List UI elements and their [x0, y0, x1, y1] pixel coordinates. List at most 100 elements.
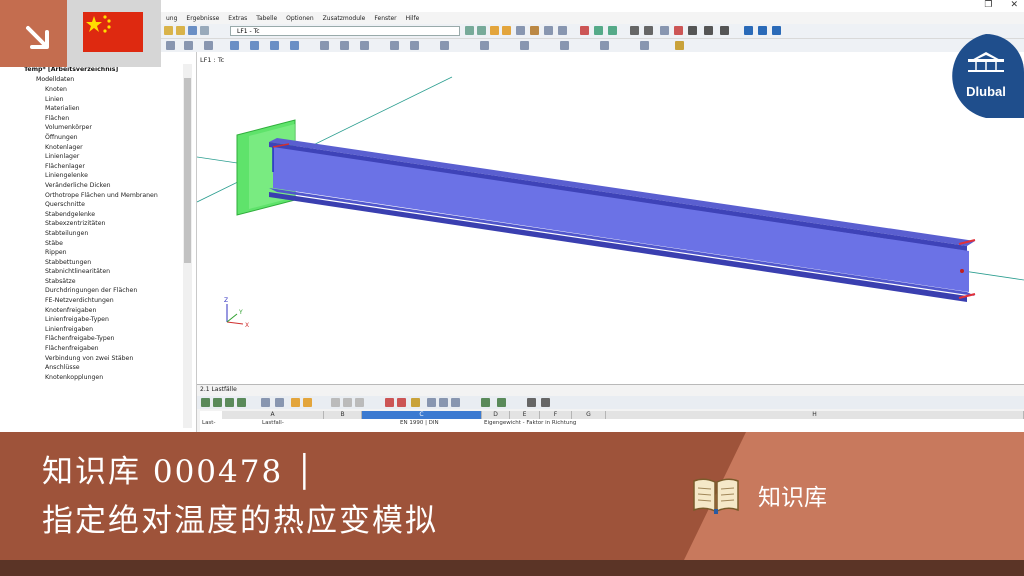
nav-item[interactable]: Materialien	[45, 104, 158, 114]
menu-item-extras[interactable]: Extras	[228, 15, 247, 22]
toolbar-button[interactable]	[530, 26, 539, 35]
toolbar-button[interactable]	[720, 26, 729, 35]
nav-item[interactable]: Linienfreigaben	[45, 325, 158, 335]
table-tool-button[interactable]	[527, 398, 536, 407]
nav-item[interactable]: Linienfreigabe-Typen	[45, 315, 158, 325]
toolbar-button[interactable]	[675, 41, 684, 50]
toolbar-button[interactable]	[230, 41, 239, 50]
toolbar-button[interactable]	[594, 26, 603, 35]
toolbar-button[interactable]	[204, 41, 213, 50]
toolbar-button[interactable]	[480, 41, 489, 50]
nav-item[interactable]: Anschlüsse	[45, 363, 158, 373]
menu-item-edit[interactable]: ung	[166, 15, 177, 22]
table-tool-button[interactable]	[385, 398, 394, 407]
table-tool-button[interactable]	[291, 398, 300, 407]
nav-item[interactable]: Veränderliche Dicken	[45, 181, 158, 191]
menu-item-help[interactable]: Hilfe	[406, 15, 420, 22]
table-tool-button[interactable]	[481, 398, 490, 407]
column-header[interactable]: B	[324, 411, 362, 419]
toolbar-button[interactable]	[560, 41, 569, 50]
toolbar-button[interactable]	[520, 41, 529, 50]
navigator-scroll-thumb[interactable]	[184, 78, 191, 263]
column-header-selected[interactable]: C	[362, 411, 482, 419]
nav-item[interactable]: Flächenfreigabe-Typen	[45, 334, 158, 344]
nav-item[interactable]: Liniengelenke	[45, 171, 158, 181]
nav-item[interactable]: Verbindung von zwei Stäben	[45, 354, 158, 364]
toolbar-button[interactable]	[600, 41, 609, 50]
nav-item[interactable]: Flächenlager	[45, 162, 158, 172]
table-tool-button[interactable]	[261, 398, 270, 407]
toolbar-button[interactable]	[290, 41, 299, 50]
nav-item[interactable]: Knoten	[45, 85, 158, 95]
toolbar-button[interactable]	[166, 41, 175, 50]
table-tool-button[interactable]	[355, 398, 364, 407]
nav-item[interactable]: Stabteilungen	[45, 229, 158, 239]
nav-item[interactable]: Stäbe	[45, 239, 158, 249]
column-header[interactable]: D	[482, 411, 510, 419]
table-tool-button[interactable]	[497, 398, 506, 407]
toolbar-button[interactable]	[688, 26, 697, 35]
table-tool-button[interactable]	[213, 398, 222, 407]
menu-item-window[interactable]: Fenster	[374, 15, 396, 22]
column-header[interactable]: E	[510, 411, 540, 419]
table-tool-button[interactable]	[201, 398, 210, 407]
china-flag-icon[interactable]	[83, 12, 143, 52]
nav-item[interactable]: Stabsätze	[45, 277, 158, 287]
nav-item[interactable]: Knotenfreigaben	[45, 306, 158, 316]
table-tool-button[interactable]	[331, 398, 340, 407]
table-tool-button[interactable]	[427, 398, 436, 407]
nav-item[interactable]: Knotenlager	[45, 143, 158, 153]
toolbar-button[interactable]	[270, 41, 279, 50]
toolbar-button[interactable]	[250, 41, 259, 50]
table-tool-button[interactable]	[411, 398, 420, 407]
toolbar-button[interactable]	[410, 41, 419, 50]
table-tool-button[interactable]	[343, 398, 352, 407]
toolbar-button[interactable]	[704, 26, 713, 35]
table-tool-button[interactable]	[237, 398, 246, 407]
toolbar-button[interactable]	[490, 26, 499, 35]
nav-item[interactable]: Querschnitte	[45, 200, 158, 210]
toolbar-button[interactable]	[502, 26, 511, 35]
table-tool-button[interactable]	[275, 398, 284, 407]
table-tool-button[interactable]	[303, 398, 312, 407]
nav-item[interactable]: Stabendgelenke	[45, 210, 158, 220]
nav-item[interactable]: Knotenkopplungen	[45, 373, 158, 383]
restore-button[interactable]: ❐	[984, 0, 992, 12]
nav-item[interactable]: Flächenfreigaben	[45, 344, 158, 354]
toolbar-button[interactable]	[440, 41, 449, 50]
toolbar-button[interactable]	[758, 26, 767, 35]
column-header[interactable]: A	[222, 411, 324, 419]
toolbar-button[interactable]	[200, 26, 209, 35]
toolbar-button[interactable]	[772, 26, 781, 35]
nav-item[interactable]: Orthotrope Flächen und Membranen	[45, 191, 158, 201]
toolbar-button[interactable]	[630, 26, 639, 35]
toolbar-button[interactable]	[558, 26, 567, 35]
toolbar-button[interactable]	[390, 41, 399, 50]
loadcase-select[interactable]: LF1 - Tc	[230, 26, 460, 36]
column-header[interactable]: F	[540, 411, 572, 419]
toolbar-button[interactable]	[640, 41, 649, 50]
nav-item[interactable]: Linien	[45, 95, 158, 105]
toolbar-button[interactable]	[544, 26, 553, 35]
table-tool-button[interactable]	[541, 398, 550, 407]
table-tool-button[interactable]	[439, 398, 448, 407]
toolbar-button[interactable]	[188, 26, 197, 35]
column-header[interactable]: H	[606, 411, 1024, 419]
nav-item[interactable]: Linienlager	[45, 152, 158, 162]
toolbar-button[interactable]	[580, 26, 589, 35]
toolbar-button[interactable]	[744, 26, 753, 35]
table-tool-button[interactable]	[451, 398, 460, 407]
table-tool-button[interactable]	[225, 398, 234, 407]
menu-item-options[interactable]: Optionen	[286, 15, 314, 22]
toolbar-button[interactable]	[644, 26, 653, 35]
nav-item[interactable]: Öffnungen	[45, 133, 158, 143]
nav-item[interactable]: Stabexzentrizitäten	[45, 219, 158, 229]
menu-item-results[interactable]: Ergebnisse	[186, 15, 219, 22]
toolbar-button[interactable]	[516, 26, 525, 35]
toolbar-button[interactable]	[477, 26, 486, 35]
nav-item[interactable]: Flächen	[45, 114, 158, 124]
table-tool-button[interactable]	[397, 398, 406, 407]
nav-item[interactable]: FE-Netzverdichtungen	[45, 296, 158, 306]
toolbar-button[interactable]	[608, 26, 617, 35]
toolbar-button[interactable]	[465, 26, 474, 35]
